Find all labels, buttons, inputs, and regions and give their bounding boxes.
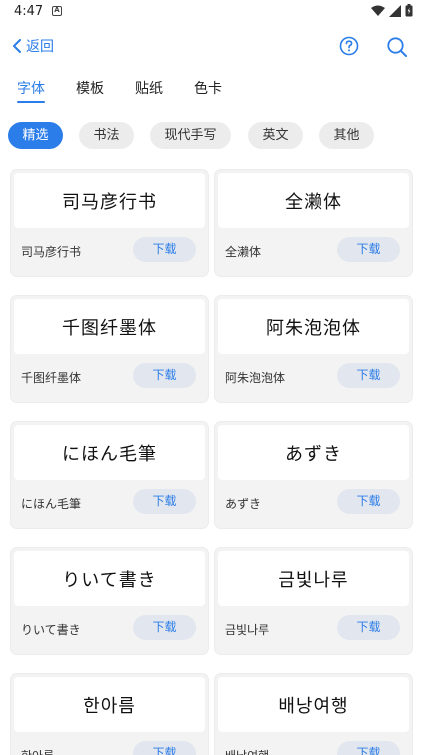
font-card[interactable]: 全濑体 全濑体 下载 xyxy=(215,170,412,276)
font-name: にほん毛筆 xyxy=(21,497,82,511)
font-card[interactable]: あずき あずき 下载 xyxy=(215,422,412,528)
font-card[interactable]: 금빛나루 금빛나루 下载 xyxy=(215,548,412,654)
font-name: 금빛나루 xyxy=(225,623,270,637)
font-name: 배낭여행 xyxy=(225,747,269,755)
font-preview: 千图纤墨体 xyxy=(14,299,205,354)
font-name: あずき xyxy=(225,497,262,511)
font-preview: あずき xyxy=(218,425,409,480)
font-grid: 司马彦行书 司马彦行书 下载 全濑体 全濑体 下载 千图纤墨体 千图纤墨体 下载… xyxy=(0,0,425,755)
font-preview: 司马彦行书 xyxy=(14,173,205,228)
font-card[interactable]: 배낭여행 배낭여행 下载 xyxy=(215,674,412,755)
font-card[interactable]: 한아름 한아름 下载 xyxy=(11,674,208,755)
font-preview: 全濑体 xyxy=(218,173,409,228)
font-name: 千图纤墨体 xyxy=(21,371,82,385)
download-button[interactable]: 下载 xyxy=(133,741,196,755)
font-card[interactable]: 司马彦行书 司马彦行书 下载 xyxy=(11,170,208,276)
download-button[interactable]: 下载 xyxy=(337,489,400,514)
font-card[interactable]: 千图纤墨体 千图纤墨体 下载 xyxy=(11,296,208,402)
font-preview: 배낭여행 xyxy=(218,677,409,732)
download-button[interactable]: 下载 xyxy=(133,489,196,514)
download-button[interactable]: 下载 xyxy=(133,363,196,388)
font-preview: りいて書き xyxy=(14,551,205,606)
font-name: りいて書き xyxy=(21,623,81,637)
download-button[interactable]: 下载 xyxy=(337,615,400,640)
download-button[interactable]: 下载 xyxy=(337,363,400,388)
font-name: 阿朱泡泡体 xyxy=(225,371,286,385)
font-card[interactable]: にほん毛筆 にほん毛筆 下载 xyxy=(11,422,208,528)
download-button[interactable]: 下载 xyxy=(337,237,400,262)
download-button[interactable]: 下载 xyxy=(133,615,196,640)
font-name: 司马彦行书 xyxy=(21,245,82,259)
download-button[interactable]: 下载 xyxy=(337,741,400,755)
font-card[interactable]: 阿朱泡泡体 阿朱泡泡体 下载 xyxy=(215,296,412,402)
font-preview: にほん毛筆 xyxy=(14,425,205,480)
font-card[interactable]: りいて書き りいて書き 下载 xyxy=(11,548,208,654)
font-preview: 阿朱泡泡体 xyxy=(218,299,409,354)
font-name: 全濑体 xyxy=(225,245,262,259)
font-preview: 금빛나루 xyxy=(218,551,409,606)
font-name: 한아름 xyxy=(21,747,54,755)
download-button[interactable]: 下载 xyxy=(133,237,196,262)
font-preview: 한아름 xyxy=(14,677,205,732)
